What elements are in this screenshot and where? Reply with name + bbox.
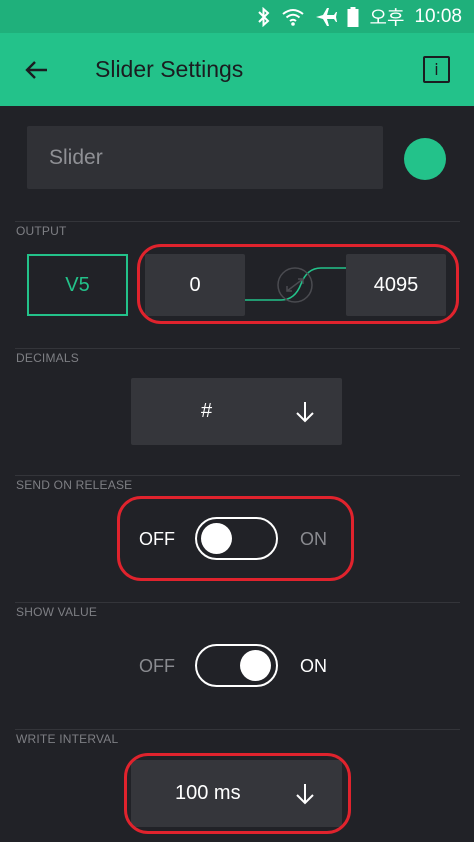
- section-divider: [15, 221, 460, 222]
- page-title: Slider Settings: [95, 56, 244, 82]
- show-value-toggle[interactable]: [195, 644, 278, 687]
- toggle-knob: [240, 650, 271, 681]
- section-divider: [15, 729, 460, 730]
- output-label: OUTPUT: [16, 224, 67, 238]
- decimals-label: DECIMALS: [16, 351, 79, 365]
- widget-color-picker[interactable]: [404, 138, 446, 180]
- annotation-highlight-interval: [124, 753, 351, 834]
- widget-name-input[interactable]: Slider: [27, 126, 383, 189]
- decimals-value: #: [201, 400, 213, 422]
- write-interval-label: WRITE INTERVAL: [16, 732, 119, 746]
- send-on-release-label: SEND ON RELEASE: [16, 478, 133, 492]
- section-divider: [15, 602, 460, 603]
- annotation-highlight-range: [137, 244, 459, 324]
- show-value-label: SHOW VALUE: [16, 605, 98, 619]
- airplane-mode-icon: [315, 7, 338, 27]
- wifi-icon: [281, 7, 305, 27]
- arrow-down-icon: [296, 402, 314, 423]
- show-value-off-label: OFF: [139, 656, 175, 676]
- decimals-dropdown[interactable]: #: [131, 378, 342, 445]
- arrow-left-icon: [25, 61, 47, 79]
- status-time-period: 오후: [369, 8, 405, 29]
- output-pin-selector[interactable]: V5: [27, 254, 128, 316]
- section-divider: [15, 348, 460, 349]
- status-time: 10:08: [414, 5, 462, 27]
- info-button[interactable]: i: [423, 56, 450, 83]
- show-value-on-label: ON: [300, 656, 327, 676]
- battery-icon: [347, 6, 359, 27]
- bluetooth-icon: [257, 6, 271, 27]
- show-value-row: OFF ON: [0, 636, 474, 696]
- annotation-highlight-toggle: [117, 496, 354, 581]
- status-bar: 오후 10:08: [0, 0, 474, 33]
- section-divider: [15, 475, 460, 476]
- back-button[interactable]: [22, 55, 52, 85]
- app-bar: Slider Settings i: [0, 33, 474, 106]
